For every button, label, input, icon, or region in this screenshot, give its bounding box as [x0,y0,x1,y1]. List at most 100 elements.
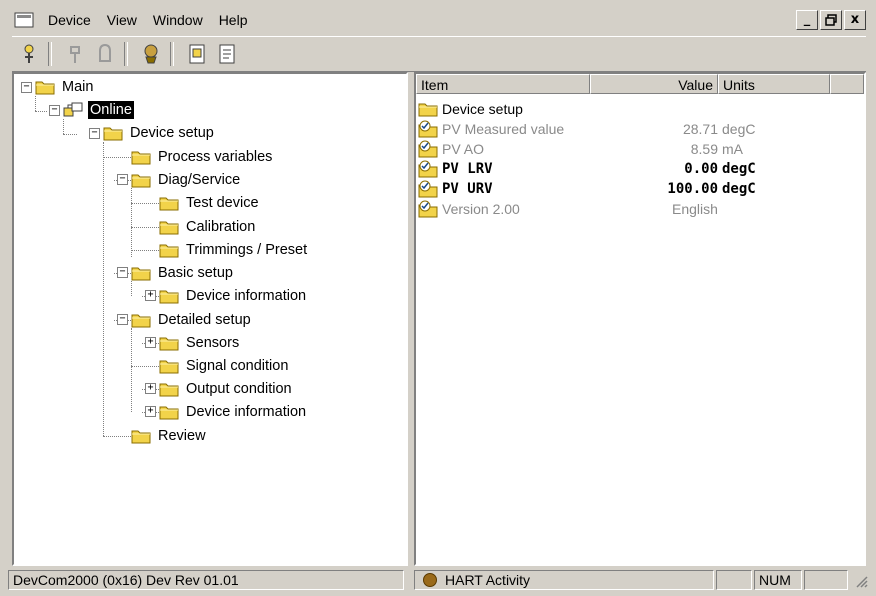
toolbar [12,36,866,72]
toolbar-separator [48,42,52,66]
list-item[interactable]: PV AO 8.59 mA [416,139,864,159]
report-icon [219,44,235,64]
tree-connector [103,436,131,437]
tree-expand-toggle[interactable]: + [145,290,156,301]
tree-item-main[interactable]: Main [35,76,95,98]
lock-button[interactable] [92,41,118,67]
status-empty-pane [804,570,848,590]
app-window: Device View Window Help _ x − − − − − + … [8,6,870,590]
tree-connector [103,157,131,158]
disconnect-button[interactable] [62,41,88,67]
tree-collapse-toggle[interactable]: − [117,174,128,185]
tree-item-process-variables[interactable]: Process variables [131,146,274,168]
tree-collapse-toggle[interactable]: − [117,314,128,325]
tree-item-label: Process variables [158,149,273,165]
tree-expand-toggle[interactable]: + [145,337,156,348]
tree-item-label: Basic setup [158,265,233,281]
folder-icon [103,125,123,141]
menu-device[interactable]: Device [40,6,99,34]
folder-icon [159,404,179,420]
tree-item-detailed-setup[interactable]: Detailed setup [131,309,253,331]
connect-button[interactable] [16,41,42,67]
item-name: PV LRV [442,161,493,177]
device-button[interactable] [138,41,164,67]
tree-item-online[interactable]: Online [63,99,134,121]
parameter-list[interactable]: Item Value Units Device setup PV Measure… [414,72,866,566]
list-item[interactable]: PV URV 100.00 degC [416,179,864,199]
tree-item-label: Device information [186,404,307,420]
toolbar-separator [124,42,128,66]
tree-connector [131,366,159,367]
folder-icon [159,195,179,211]
tree-item-label: Review [158,428,206,444]
list-item[interactable]: Version 2.00 English [416,199,864,219]
folder-icon [131,312,151,328]
tree-item-trimmings-preset[interactable]: Trimmings / Preset [159,239,309,261]
folder-icon [35,79,55,95]
variable-icon [418,200,438,218]
tree-item-signal-condition[interactable]: Signal condition [159,355,290,377]
resize-grip-icon[interactable] [854,574,868,588]
tree-item-review[interactable]: Review [131,425,208,447]
tree-collapse-toggle[interactable]: − [117,267,128,278]
tree-expand-toggle[interactable]: + [145,406,156,417]
tree-collapse-toggle[interactable]: − [89,128,100,139]
document-button[interactable] [184,41,210,67]
report-button[interactable] [214,41,240,67]
list-header: Item Value Units [416,74,864,96]
tree-item-diag-service[interactable]: Diag/Service [131,169,242,191]
menu-window[interactable]: Window [145,6,211,34]
status-activity-label: HART Activity [445,572,531,588]
list-item[interactable]: PV Measured value 28.71 degC [416,119,864,139]
device-tree[interactable]: − − − − − + − + + + Main Online Device s… [12,72,408,566]
tree-item-output-condition[interactable]: Output condition [159,378,294,400]
item-units: degC [722,181,756,197]
column-header-units[interactable]: Units [718,74,830,94]
variable-icon [418,160,438,178]
network-icon [63,102,83,117]
tree-item-label: Signal condition [186,358,289,374]
folder-icon [159,381,179,397]
tree-connector [63,119,64,134]
minimize-button[interactable]: _ [796,10,818,30]
tree-connector [131,203,159,204]
list-item[interactable]: PV LRV 0.00 degC [416,159,864,179]
item-units: degC [722,121,756,137]
variable-icon [418,120,438,138]
tree-item-device-setup[interactable]: Device setup [103,122,216,144]
tree-item-basic-setup[interactable]: Basic setup [131,262,235,284]
tree-item-device-information[interactable]: Device information [159,285,308,307]
menu-view[interactable]: View [99,6,145,34]
tree-connector [103,142,104,436]
close-button[interactable]: x [844,10,866,30]
connect-icon [24,44,34,63]
toolbar-separator [170,42,174,66]
tree-connector [35,111,47,112]
tree-connector [35,96,36,111]
item-name: PV AO [442,141,485,157]
folder-icon [131,428,151,444]
tree-connector [131,227,159,228]
tree-expand-toggle[interactable]: + [145,383,156,394]
column-header-value[interactable]: Value [590,74,718,94]
tree-item-sensors[interactable]: Sensors [159,332,241,354]
item-value: 100.00 [667,181,718,197]
tree-item-calibration[interactable]: Calibration [159,216,257,238]
variable-icon [418,140,438,158]
device-icon [144,44,158,64]
column-header-item[interactable]: Item [416,74,590,94]
tree-item-label: Calibration [186,219,256,235]
item-name: PV URV [442,181,493,197]
tree-item-label: Output condition [186,381,292,397]
restore-button[interactable] [820,10,842,30]
activity-led-icon [423,573,437,587]
list-item[interactable]: Device setup [416,99,864,119]
folder-icon [131,265,151,281]
tree-collapse-toggle[interactable]: − [49,105,60,116]
lock-icon [99,43,111,62]
tree-item-test-device[interactable]: Test device [159,192,261,214]
menu-help[interactable]: Help [211,6,256,34]
tree-item-device-information-2[interactable]: Device information [159,401,308,423]
tree-connector [131,328,132,412]
tree-collapse-toggle[interactable]: − [21,82,32,93]
